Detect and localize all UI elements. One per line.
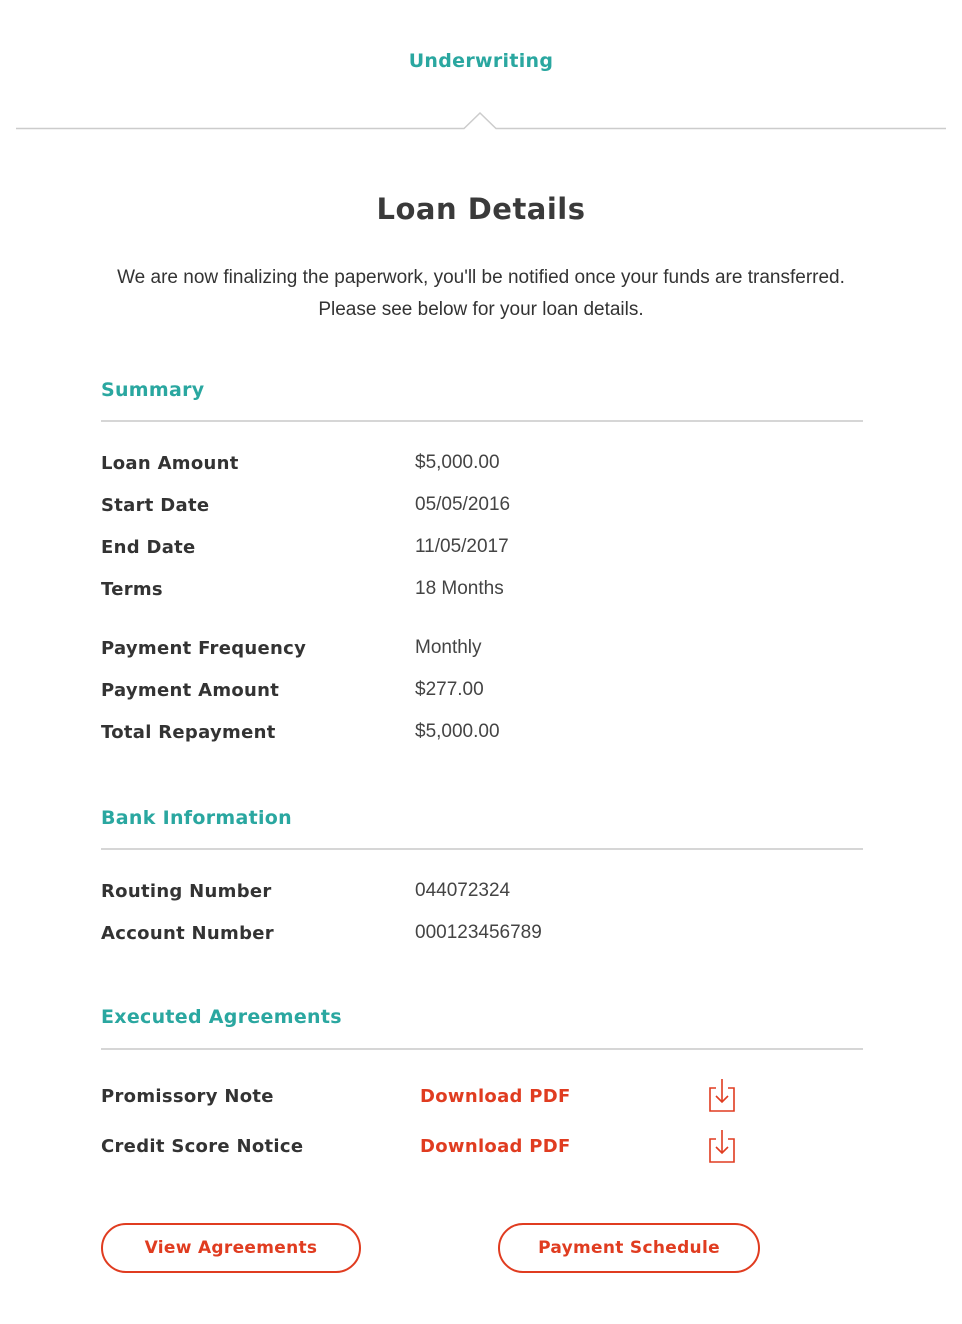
loan-amount-value: $5,000.00 (415, 452, 500, 473)
total-repayment-value: $5,000.00 (415, 721, 500, 742)
routing-number-label: Routing Number (101, 881, 272, 902)
loan-amount-label: Loan Amount (101, 453, 239, 474)
payment-schedule-button[interactable]: Payment Schedule (498, 1223, 760, 1273)
payment-amount-value: $277.00 (415, 679, 484, 700)
account-number-label: Account Number (101, 923, 274, 944)
total-repayment-label: Total Repayment (101, 722, 276, 743)
account-number-value: 000123456789 (415, 922, 542, 943)
intro-text: We are now finalizing the paperwork, you… (0, 262, 962, 326)
executed-agreements-heading: Executed Agreements (101, 1006, 342, 1028)
summary-heading: Summary (101, 379, 205, 401)
view-agreements-button[interactable]: View Agreements (101, 1223, 361, 1273)
payment-frequency-value: Monthly (415, 637, 482, 658)
promissory-note-download-link[interactable]: Download PDF (420, 1086, 571, 1107)
step-divider (16, 111, 946, 130)
intro-line-1: We are now finalizing the paperwork, you… (117, 267, 845, 288)
summary-divider (101, 420, 863, 422)
agreements-divider (101, 1048, 863, 1050)
credit-score-notice-label: Credit Score Notice (101, 1136, 304, 1157)
download-icon[interactable] (707, 1128, 737, 1164)
page-title: Loan Details (376, 192, 586, 226)
credit-score-notice-download-link[interactable]: Download PDF (420, 1136, 571, 1157)
end-date-value: 11/05/2017 (415, 536, 509, 557)
bank-divider (101, 848, 863, 850)
payment-frequency-label: Payment Frequency (101, 638, 307, 659)
start-date-label: Start Date (101, 495, 210, 516)
start-date-value: 05/05/2016 (415, 494, 511, 515)
terms-value: 18 Months (415, 578, 504, 599)
terms-label: Terms (101, 579, 163, 600)
step-label-underwriting: Underwriting (408, 50, 554, 72)
routing-number-value: 044072324 (415, 880, 511, 901)
end-date-label: End Date (101, 537, 196, 558)
promissory-note-label: Promissory Note (101, 1086, 274, 1107)
intro-line-2: Please see below for your loan details. (318, 299, 644, 320)
download-icon[interactable] (707, 1077, 737, 1113)
bank-information-heading: Bank Information (101, 807, 292, 829)
payment-amount-label: Payment Amount (101, 680, 280, 701)
